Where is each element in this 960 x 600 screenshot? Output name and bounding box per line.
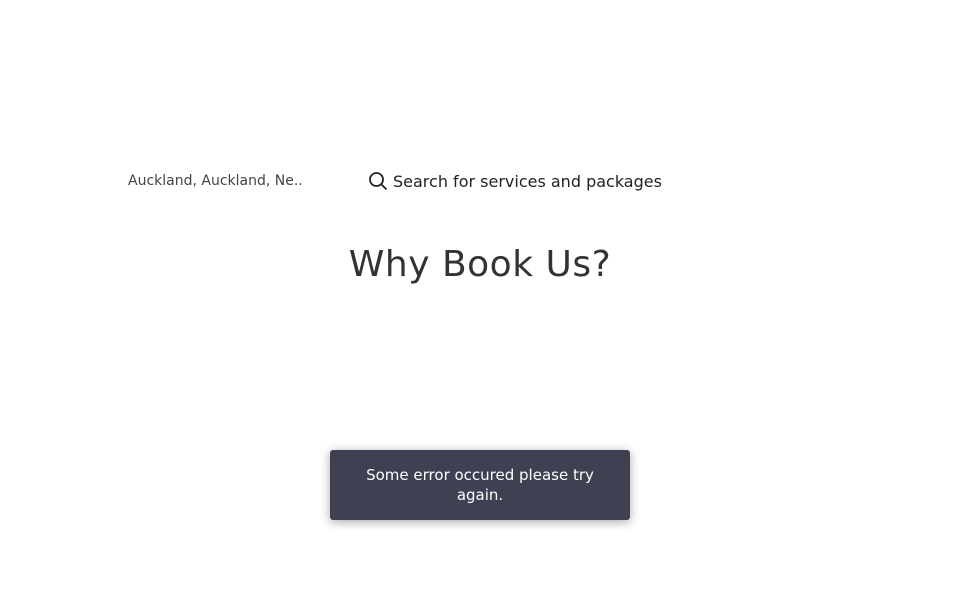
- search-placeholder: Search for services and packages: [393, 171, 662, 191]
- page: Auckland, Auckland, Ne.. Search for serv…: [0, 0, 960, 600]
- section-heading: Why Book Us?: [348, 244, 612, 285]
- location-selector[interactable]: Auckland, Auckland, Ne..: [128, 173, 344, 189]
- error-toast-message: Some error occured please try again.: [366, 466, 594, 504]
- search-bar: Auckland, Auckland, Ne.. Search for serv…: [128, 166, 848, 196]
- search-input[interactable]: Search for services and packages: [368, 171, 662, 191]
- search-icon: [368, 171, 388, 191]
- error-toast: Some error occured please try again.: [330, 450, 630, 520]
